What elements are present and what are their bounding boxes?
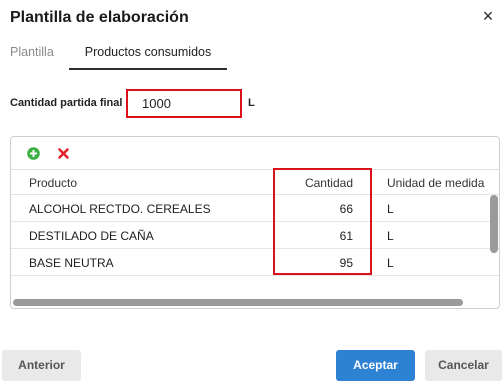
grid-toolbar xyxy=(11,137,499,170)
cell-cantidad[interactable]: 95 xyxy=(275,256,353,270)
cell-cantidad[interactable]: 61 xyxy=(275,229,353,243)
column-header-cantidad[interactable]: Cantidad xyxy=(275,176,353,190)
vertical-scroll-thumb[interactable] xyxy=(490,195,498,253)
cell-producto: DESTILADO DE CAÑA xyxy=(29,229,154,243)
table-row[interactable]: BASE NEUTRA 95 L xyxy=(11,249,499,276)
dialog-title: Plantilla de elaboración xyxy=(10,9,189,26)
products-grid: Producto Cantidad Unidad de medida ALCOH… xyxy=(10,136,500,309)
cell-producto: BASE NEUTRA xyxy=(29,256,114,270)
vertical-scrollbar[interactable] xyxy=(490,195,498,307)
cell-producto: ALCOHOL RECTDO. CEREALES xyxy=(29,202,211,216)
column-header-producto[interactable]: Producto xyxy=(29,176,77,190)
close-icon[interactable]: × xyxy=(479,6,497,26)
column-header-unidad[interactable]: Unidad de medida xyxy=(387,176,484,190)
quantity-label: Cantidad partida final xyxy=(10,97,123,109)
horizontal-scrollbar[interactable] xyxy=(13,299,491,306)
previous-button[interactable]: Anterior xyxy=(2,350,81,381)
grid-header: Producto Cantidad Unidad de medida xyxy=(11,170,499,195)
cell-unidad: L xyxy=(387,256,394,270)
cancel-button[interactable]: Cancelar xyxy=(425,350,502,381)
table-row[interactable]: DESTILADO DE CAÑA 61 L xyxy=(11,222,499,249)
cell-unidad: L xyxy=(387,229,394,243)
tab-productos-consumidos[interactable]: Productos consumidos xyxy=(69,44,227,70)
plus-circle-icon[interactable] xyxy=(27,147,40,160)
quantity-input[interactable] xyxy=(126,89,242,118)
delete-x-icon[interactable] xyxy=(57,147,70,160)
cell-cantidad[interactable]: 66 xyxy=(275,202,353,216)
unit-label: L xyxy=(248,97,255,109)
accept-button[interactable]: Aceptar xyxy=(336,350,415,381)
table-row[interactable]: ALCOHOL RECTDO. CEREALES 66 L xyxy=(11,195,499,222)
cell-unidad: L xyxy=(387,202,394,216)
tab-bar: Plantilla Productos consumidos xyxy=(0,44,502,70)
horizontal-scroll-thumb[interactable] xyxy=(13,299,463,306)
tab-plantilla[interactable]: Plantilla xyxy=(10,44,54,68)
